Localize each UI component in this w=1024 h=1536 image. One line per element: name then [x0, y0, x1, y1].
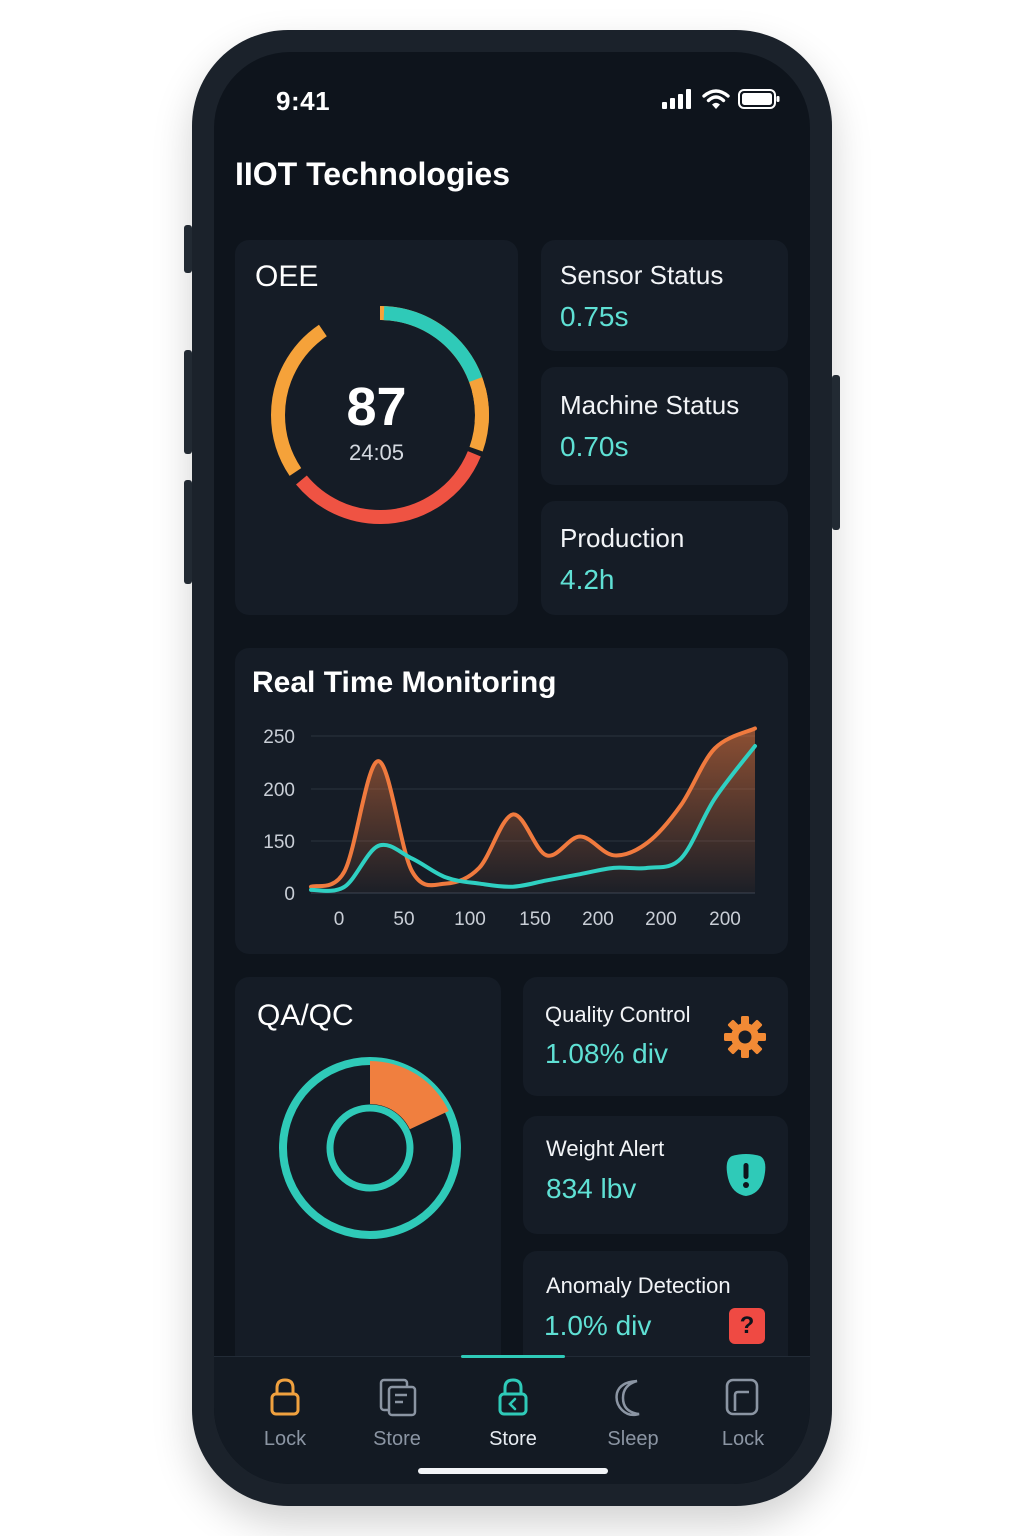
production-value: 4.2h	[560, 564, 615, 595]
oee-value: 87	[346, 377, 407, 437]
bottom-nav: Lock Store Store Sleep Lock	[214, 1355, 810, 1484]
gear-icon	[724, 1016, 766, 1058]
weight-alert-card[interactable]: Weight Alert 834 lbv	[523, 1116, 788, 1234]
monitoring-chart: 250 200 150 0 0 50 100 150 200 200 200	[263, 726, 757, 930]
nav-item-store[interactable]: Store	[342, 1377, 452, 1451]
shield-alert-icon	[726, 1154, 766, 1196]
status-icons	[662, 88, 780, 110]
qa-card[interactable]: QA/QC	[235, 977, 501, 1407]
nav-item-sleep[interactable]: Sleep	[578, 1377, 688, 1451]
app-screen: 9:41 IIOT Technologies OEE 87 24:05 Sens…	[214, 52, 810, 1484]
weight-alert-value: 834 lbv	[546, 1173, 637, 1204]
page-icon	[725, 1378, 759, 1416]
machine-status-value: 0.70s	[560, 431, 629, 462]
x-tick-label: 50	[393, 909, 414, 930]
mute-switch	[184, 225, 192, 273]
quality-control-value: 1.08% div	[545, 1038, 668, 1069]
x-tick-label: 0	[334, 909, 345, 930]
quality-control-card[interactable]: Quality Control 1.08% div	[523, 977, 788, 1096]
y-tick-label: 200	[263, 780, 295, 801]
lock-icon	[270, 1378, 300, 1416]
volume-down-button	[184, 480, 192, 584]
oee-card[interactable]: OEE 87 24:05	[235, 240, 518, 615]
nav-item-lock[interactable]: Lock	[230, 1377, 340, 1451]
nav-label-lock: Lock	[263, 1428, 307, 1450]
x-tick-label: 200	[709, 909, 741, 930]
qa-donut-chart	[279, 1057, 461, 1239]
anomaly-detection-label: Anomaly Detection	[546, 1273, 731, 1298]
question-icon: ?	[729, 1308, 765, 1344]
y-tick-label: 0	[284, 884, 295, 905]
store-icon	[379, 1378, 417, 1417]
nav-label-lock-2: Lock	[721, 1428, 765, 1450]
nav-item-lock-2[interactable]: Lock	[688, 1377, 798, 1451]
qa-slice	[370, 1061, 449, 1130]
power-button	[832, 375, 840, 530]
qa-title: QA/QC	[257, 999, 354, 1032]
sensor-status-card[interactable]: Sensor Status 0.75s	[541, 240, 788, 351]
x-tick-label: 100	[454, 909, 486, 930]
nav-active-indicator	[461, 1355, 565, 1358]
status-time: 9:41	[276, 86, 331, 116]
wifi-icon	[702, 89, 730, 109]
battery-icon	[738, 89, 780, 109]
production-label: Production	[560, 523, 685, 553]
home-indicator	[418, 1468, 608, 1474]
weight-alert-label: Weight Alert	[546, 1136, 665, 1161]
y-tick-label: 150	[263, 832, 295, 853]
app-title: IIOT Technologies	[235, 156, 510, 192]
nav-item-store-active[interactable]: Store	[458, 1377, 568, 1451]
series-area	[311, 728, 755, 893]
x-tick-label: 200	[582, 909, 614, 930]
sensor-status-value: 0.75s	[560, 301, 629, 332]
volume-up-button	[184, 350, 192, 454]
machine-status-label: Machine Status	[560, 390, 740, 420]
sensor-status-label: Sensor Status	[560, 260, 724, 290]
moon-icon	[615, 1379, 640, 1417]
x-tick-label: 150	[519, 909, 551, 930]
nav-label-store-active: Store	[489, 1428, 537, 1450]
signal-icon	[662, 89, 691, 109]
qa-inner-ring	[326, 1104, 414, 1192]
lock-back-icon	[498, 1378, 528, 1416]
oee-label: OEE	[255, 260, 319, 293]
x-tick-label: 200	[645, 909, 677, 930]
nav-label-sleep: Sleep	[607, 1428, 659, 1450]
quality-control-label: Quality Control	[545, 1002, 691, 1027]
machine-status-card[interactable]: Machine Status 0.70s	[541, 367, 788, 485]
monitoring-card[interactable]: Real Time Monitoring 250 200 150 0 0 50 100 150…	[235, 648, 788, 954]
anomaly-detection-value: 1.0% div	[544, 1310, 652, 1341]
oee-time: 24:05	[348, 440, 405, 465]
y-tick-label: 250	[263, 727, 295, 748]
nav-label-store: Store	[373, 1428, 421, 1450]
production-card[interactable]: Production 4.2h	[541, 501, 788, 615]
